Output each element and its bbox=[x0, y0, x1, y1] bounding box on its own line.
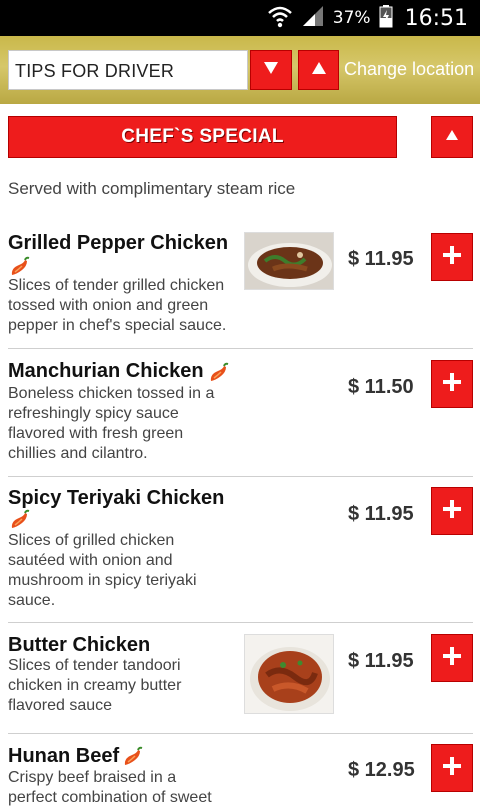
battery-percent: 37% bbox=[332, 8, 371, 28]
clock: 16:51 bbox=[404, 5, 468, 31]
add-to-cart-button[interactable] bbox=[431, 487, 473, 535]
tips-dropdown[interactable]: TIPS FOR DRIVER bbox=[8, 50, 248, 90]
add-to-cart-button[interactable] bbox=[431, 233, 473, 281]
desc-line: Slices of tender grilled chicken bbox=[8, 277, 225, 294]
item-name: Spicy Teriyaki Chicken bbox=[8, 487, 225, 509]
section-title: CHEF`S SPECIAL bbox=[121, 126, 284, 147]
item-name: Hunan Beef bbox=[8, 745, 120, 767]
change-location-link[interactable]: Change location bbox=[344, 59, 474, 80]
desc-line: chicken in creamy butter bbox=[8, 677, 182, 694]
add-to-cart-button[interactable] bbox=[431, 360, 473, 408]
top-banner: TIPS FOR DRIVER Change location bbox=[0, 36, 480, 104]
item-price: $ 11.95 bbox=[348, 650, 414, 672]
plus-icon bbox=[442, 499, 462, 524]
item-name: Butter Chicken bbox=[8, 634, 151, 656]
item-name: Grilled Pepper Chicken bbox=[8, 232, 229, 254]
desc-line: pepper in chef's special sauce. bbox=[8, 317, 227, 334]
divider bbox=[8, 476, 473, 477]
desc-line: Boneless chicken tossed in a bbox=[8, 385, 215, 402]
desc-line: Slices of grilled chicken bbox=[8, 532, 175, 549]
divider bbox=[8, 733, 473, 734]
desc-line: perfect combination of sweet bbox=[8, 789, 212, 806]
section-collapse-button[interactable] bbox=[431, 116, 473, 158]
desc-line: sautéed with onion and bbox=[8, 552, 173, 569]
desc-line: refreshingly spicy sauce bbox=[8, 405, 179, 422]
menu-item: Manchurian Chicken Boneless chicken toss… bbox=[0, 358, 480, 476]
item-photo[interactable] bbox=[244, 232, 334, 290]
menu-item: Butter Chicken Slices of tender tandoori… bbox=[0, 632, 480, 732]
item-description: Crispy beef braised in a perfect combina… bbox=[8, 768, 212, 808]
plus-icon bbox=[442, 756, 462, 781]
caret-up-icon bbox=[445, 128, 459, 146]
desc-line: sauce. bbox=[8, 592, 56, 609]
status-icons: 37% 16:51 bbox=[267, 0, 468, 36]
section-header-chefs-special[interactable]: CHEF`S SPECIAL bbox=[8, 116, 397, 158]
item-photo[interactable] bbox=[244, 634, 334, 714]
caret-down-icon bbox=[263, 61, 279, 80]
caret-up-icon bbox=[311, 61, 327, 80]
battery-icon bbox=[379, 4, 393, 33]
item-description: Slices of tender grilled chicken tossed … bbox=[8, 276, 226, 336]
wifi-icon bbox=[267, 4, 293, 33]
divider bbox=[8, 622, 473, 623]
menu-item: Spicy Teriyaki Chicken Slices of grilled… bbox=[0, 485, 480, 621]
desc-line: chillies and cilantro. bbox=[8, 445, 148, 462]
plus-icon bbox=[442, 646, 462, 671]
desc-line: mushroom in spicy teriyaki bbox=[8, 572, 197, 589]
collapse-header-button[interactable] bbox=[298, 50, 339, 90]
add-to-cart-button[interactable] bbox=[431, 744, 473, 792]
item-description: Slices of tender tandoori chicken in cre… bbox=[8, 656, 181, 716]
menu-item: Hunan Beef Crispy beef braised in a perf… bbox=[0, 743, 480, 806]
desc-line: tossed with onion and green bbox=[8, 297, 209, 314]
plus-icon bbox=[442, 372, 462, 397]
menu-item: Grilled Pepper Chicken Slices of tender … bbox=[0, 228, 480, 348]
desc-line: Crispy beef braised in a bbox=[8, 769, 177, 786]
status-bar: 37% 16:51 bbox=[0, 0, 480, 36]
item-price: $ 12.95 bbox=[348, 759, 415, 781]
add-to-cart-button[interactable] bbox=[431, 634, 473, 682]
dropdown-toggle-button[interactable] bbox=[250, 50, 292, 90]
desc-line: flavored sauce bbox=[8, 697, 113, 714]
item-price: $ 11.50 bbox=[348, 376, 414, 398]
section-note: Served with complimentary steam rice bbox=[8, 179, 296, 198]
tips-dropdown-value: TIPS FOR DRIVER bbox=[15, 61, 175, 81]
plus-icon bbox=[442, 245, 462, 270]
desc-line: Slices of tender tandoori bbox=[8, 657, 181, 674]
signal-icon bbox=[301, 4, 325, 33]
item-name: Manchurian Chicken bbox=[8, 360, 204, 382]
desc-line: flavored with fresh green bbox=[8, 425, 184, 442]
item-price: $ 11.95 bbox=[348, 503, 414, 525]
item-description: Boneless chicken tossed in a refreshingl… bbox=[8, 384, 214, 464]
item-price: $ 11.95 bbox=[348, 248, 414, 270]
item-description: Slices of grilled chicken sautéed with o… bbox=[8, 531, 197, 611]
divider bbox=[8, 348, 473, 349]
